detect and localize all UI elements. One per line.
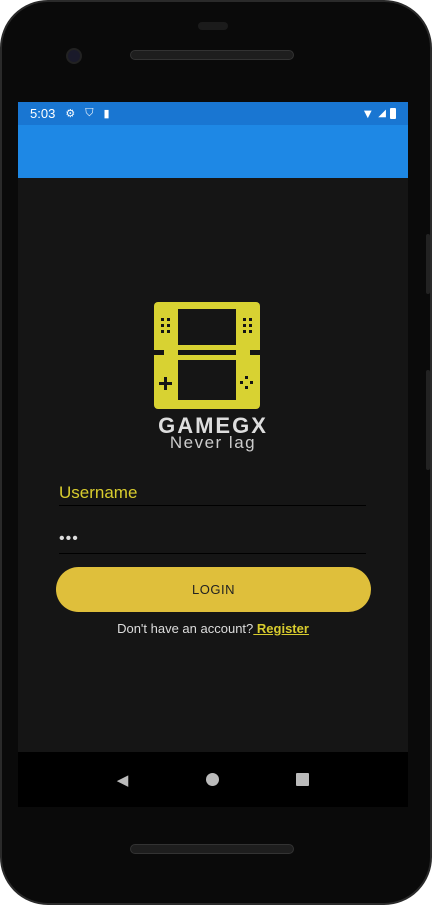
signal-icon: ◢ xyxy=(378,108,386,119)
top-speaker xyxy=(130,50,294,60)
back-icon[interactable]: ◀ xyxy=(117,771,129,789)
username-input[interactable]: Username xyxy=(59,476,366,506)
sd-card-icon: ▮ xyxy=(103,108,110,120)
screen: 5:03 ⚙ ⛉ ▮ ▼ ◢ GAMEGX Never lag Username… xyxy=(18,102,408,807)
app-bar xyxy=(18,125,408,178)
register-link[interactable]: Register xyxy=(253,621,309,636)
register-prompt: Don't have an account? Register xyxy=(18,621,408,636)
wifi-icon: ▼ xyxy=(361,106,375,121)
volume-button xyxy=(426,370,430,470)
login-button[interactable]: LOGIN xyxy=(56,567,371,612)
navigation-bar: ◀ xyxy=(18,752,408,807)
gamegx-logo xyxy=(154,302,260,409)
home-icon[interactable] xyxy=(205,773,219,786)
status-bar: 5:03 ⚙ ⛉ ▮ ▼ ◢ xyxy=(18,102,408,125)
earpiece xyxy=(198,22,228,30)
bottom-speaker xyxy=(130,844,294,854)
clock: 5:03 xyxy=(30,106,56,121)
register-prompt-text: Don't have an account? xyxy=(117,621,254,636)
recents-icon[interactable] xyxy=(296,773,310,786)
phone-frame: 5:03 ⚙ ⛉ ▮ ▼ ◢ GAMEGX Never lag Username… xyxy=(0,0,432,905)
brand-tagline: Never lag xyxy=(169,433,257,452)
front-camera xyxy=(66,48,82,64)
power-button xyxy=(426,234,430,294)
password-input[interactable]: ••• xyxy=(59,524,366,554)
shield-play-icon: ⛉ xyxy=(85,107,94,119)
battery-icon xyxy=(390,108,396,119)
gear-icon: ⚙ xyxy=(65,108,76,120)
